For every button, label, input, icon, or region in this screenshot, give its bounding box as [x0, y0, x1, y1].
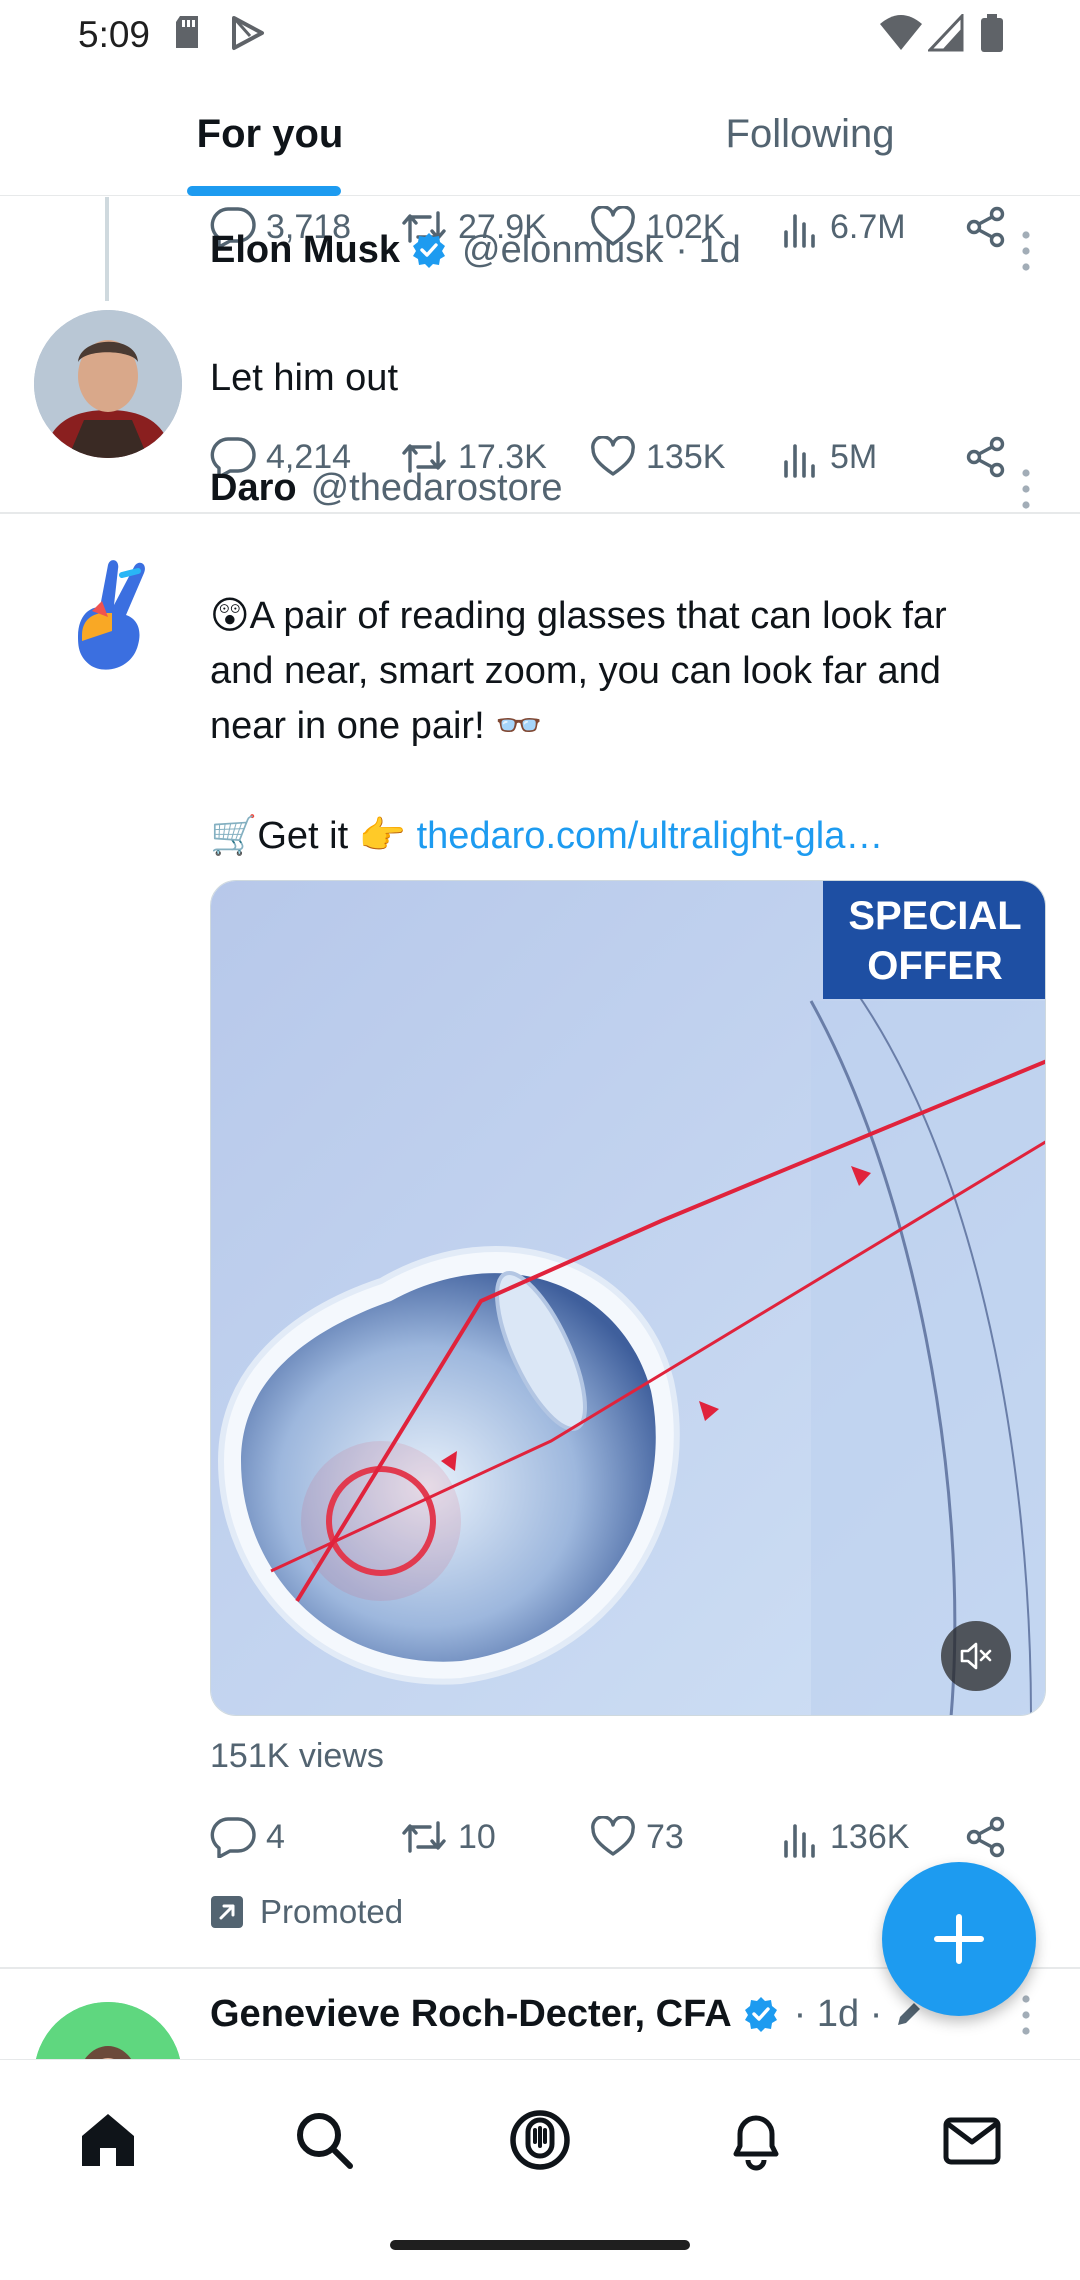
- volume-muted-icon: [960, 1642, 992, 1670]
- heart-icon: [591, 436, 635, 476]
- bottom-navigation: [0, 2059, 1080, 2219]
- heart-icon: [591, 1816, 635, 1856]
- like-count: 135K: [646, 437, 726, 476]
- more-options-icon[interactable]: [1006, 459, 1046, 519]
- view-count: 6.7M: [830, 207, 906, 246]
- avatar[interactable]: [34, 545, 182, 693]
- tweet-text: Let him out: [210, 357, 398, 399]
- tweet-text: 😲A pair of reading glasses that can look…: [210, 589, 1040, 864]
- battery-icon: [981, 14, 1003, 52]
- messages-icon: [943, 2117, 1001, 2165]
- tweet-video[interactable]: SPECIAL OFFER: [210, 880, 1046, 1716]
- wifi-icon: [880, 15, 922, 50]
- nav-spaces[interactable]: [500, 2100, 580, 2180]
- tweet-action-bar: 4 10 73 136K: [210, 1807, 1030, 1867]
- eye-illustration-video-frame: SPECIAL OFFER: [211, 881, 1045, 1715]
- avatar[interactable]: [34, 310, 182, 458]
- tweet-time: · 1d ·: [793, 1992, 883, 2035]
- analytics-icon: [784, 1824, 815, 1858]
- author-handle[interactable]: @thedarostore: [311, 467, 563, 510]
- share-icon: [966, 436, 1005, 478]
- tweet-cta-line: 🛒Get it 👉 thedaro.com/ultralight-gla…: [210, 809, 1040, 864]
- tweet-link[interactable]: thedaro.com/ultralight-gla…: [417, 815, 884, 857]
- author-name[interactable]: Daro: [210, 467, 297, 510]
- more-options-icon[interactable]: [1006, 221, 1046, 281]
- plus-icon: [934, 1914, 984, 1964]
- analytics-icon: [784, 444, 815, 478]
- tweet-text-line: 😲A pair of reading glasses that can look…: [210, 595, 947, 637]
- views-button[interactable]: 6.7M: [780, 197, 906, 257]
- video-view-count: 151K views: [210, 1737, 384, 1775]
- gesture-home-indicator[interactable]: [390, 2240, 690, 2250]
- signal-icon: [928, 14, 964, 52]
- tweet-text-line: near in one pair! 👓: [210, 705, 543, 747]
- promoted-label: Promoted: [210, 1887, 403, 1937]
- tab-following[interactable]: Following: [540, 72, 1080, 196]
- compose-tweet-button[interactable]: [882, 1862, 1036, 2016]
- like-count: 73: [646, 1817, 684, 1856]
- retweet-count: 10: [458, 1817, 496, 1856]
- author-handle[interactable]: @elonmusk: [462, 229, 663, 272]
- analytics-icon: [784, 214, 815, 248]
- share-icon: [966, 206, 1005, 248]
- timeline-feed[interactable]: 3,718 27.9K 102K 6.7M Elon Musk @elonmus…: [0, 197, 1080, 2059]
- sd-card-icon: [176, 16, 198, 48]
- like-button[interactable]: 73: [590, 1807, 684, 1867]
- home-icon: [82, 2114, 134, 2166]
- views-button[interactable]: 5M: [780, 427, 877, 487]
- share-button[interactable]: [965, 1807, 1017, 1867]
- elon-avatar-image: [34, 310, 182, 458]
- mute-toggle-button[interactable]: [941, 1621, 1011, 1691]
- promoted-icon: [211, 1896, 243, 1928]
- tweet-time: · 1d: [675, 228, 741, 271]
- thread-connector-line: [105, 197, 109, 301]
- genevieve-avatar-image: [34, 2002, 182, 2059]
- retweet-button[interactable]: 10: [400, 1807, 496, 1867]
- author-name[interactable]: Genevieve Roch-Decter, CFA: [210, 1993, 732, 2036]
- like-button[interactable]: 135K: [590, 427, 725, 487]
- tweet-header: Elon Musk @elonmusk · 1d: [210, 223, 741, 277]
- author-name[interactable]: Elon Musk: [210, 229, 400, 272]
- notifications-icon: [733, 2115, 779, 2171]
- play-store-icon: [232, 16, 264, 50]
- special-offer-badge-line1: SPECIAL: [848, 894, 1021, 938]
- daro-logo-image: [78, 560, 145, 670]
- cta-prefix: 🛒Get it 👉: [210, 815, 417, 857]
- status-time: 5:09: [78, 14, 151, 55]
- nav-messages[interactable]: [932, 2100, 1012, 2180]
- tweet-text-line: and near, smart zoom, you can look far a…: [210, 650, 941, 692]
- view-count: 136K: [830, 1817, 910, 1856]
- promoted-text: Promoted: [260, 1893, 404, 1930]
- nav-home[interactable]: [68, 2100, 148, 2180]
- nav-search[interactable]: [284, 2100, 364, 2180]
- tab-for-you[interactable]: For you: [0, 72, 540, 196]
- tweet-header: Daro @thedarostore: [210, 461, 563, 515]
- reply-count: 4: [266, 1817, 285, 1856]
- retweet-icon: [402, 1821, 446, 1853]
- special-offer-badge-line2: OFFER: [867, 944, 1003, 988]
- reply-icon: [210, 1817, 256, 1858]
- search-icon: [297, 2113, 353, 2169]
- tweet-header: Genevieve Roch-Decter, CFA · 1d ·: [210, 1987, 926, 2041]
- avatar[interactable]: [34, 2002, 182, 2059]
- status-bar: 5:09: [0, 0, 1080, 72]
- spaces-icon: [510, 2110, 570, 2170]
- verified-badge-icon: [744, 1997, 777, 2032]
- reply-button[interactable]: 4: [210, 1807, 285, 1867]
- view-count: 5M: [830, 437, 878, 476]
- share-icon: [966, 1816, 1005, 1858]
- verified-badge-icon: [413, 233, 446, 268]
- views-button[interactable]: 136K: [780, 1807, 909, 1867]
- nav-notifications[interactable]: [716, 2100, 796, 2180]
- timeline-tabs: For you Following: [0, 72, 1080, 196]
- active-tab-indicator: [187, 186, 341, 196]
